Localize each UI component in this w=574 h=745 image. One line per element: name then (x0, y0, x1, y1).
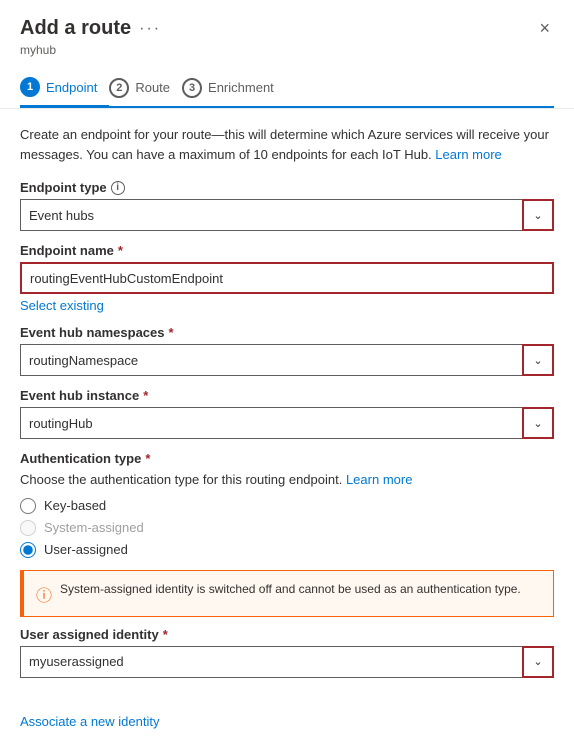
title-left: Add a route ··· (20, 17, 161, 40)
radio-key-based[interactable]: Key-based (20, 498, 554, 514)
radio-user-assigned[interactable]: User-assigned (20, 542, 554, 558)
radio-system-assigned-label: System-assigned (44, 520, 144, 535)
user-identity-required: * (163, 627, 168, 642)
event-hub-instance-required: * (143, 388, 148, 403)
endpoint-name-input[interactable] (20, 262, 554, 294)
panel-header: Add a route ··· × myhub 1 Endpoint 2 Rou… (0, 0, 574, 109)
step-2-circle: 2 (109, 78, 129, 98)
event-hub-instance-select[interactable]: routingHub (20, 407, 554, 439)
authentication-type-group: Authentication type * Choose the authent… (20, 451, 554, 558)
user-assigned-identity-wrapper: myuserassigned ⌄ (20, 646, 554, 678)
panel-subtitle: myhub (20, 43, 554, 57)
radio-user-assigned-label: User-assigned (44, 542, 128, 557)
user-assigned-identity-group: User assigned identity * myuserassigned … (20, 627, 554, 678)
panel-title: Add a route (20, 17, 131, 40)
more-options-icon[interactable]: ··· (139, 20, 161, 38)
event-hub-namespaces-group: Event hub namespaces * routingNamespace … (20, 325, 554, 376)
panel-body: Create an endpoint for your route—this w… (0, 109, 574, 706)
radio-user-assigned-input[interactable] (20, 542, 36, 558)
select-existing-link[interactable]: Select existing (20, 298, 104, 313)
auth-type-radio-group: Key-based System-assigned User-assigned (20, 498, 554, 558)
event-hub-namespaces-wrapper: routingNamespace ⌄ (20, 344, 554, 376)
learn-more-link-2[interactable]: Learn more (346, 472, 412, 487)
step-3-label: Enrichment (208, 80, 274, 95)
step-enrichment[interactable]: 3 Enrichment (182, 70, 286, 106)
title-row: Add a route ··· × (20, 16, 554, 41)
step-1-label: Endpoint (46, 80, 97, 95)
auth-type-description: Choose the authentication type for this … (20, 470, 554, 490)
event-hub-namespaces-required: * (169, 325, 174, 340)
associate-new-identity-link[interactable]: Associate a new identity (20, 714, 159, 729)
endpoint-type-wrapper: Event hubsService Bus queueService Bus t… (20, 199, 554, 231)
radio-system-assigned: System-assigned (20, 520, 554, 536)
endpoint-type-select[interactable]: Event hubsService Bus queueService Bus t… (20, 199, 554, 231)
endpoint-name-label: Endpoint name * (20, 243, 554, 258)
learn-more-link-1[interactable]: Learn more (435, 147, 501, 162)
warning-icon: ⓘ (36, 582, 52, 606)
step-2-label: Route (135, 80, 170, 95)
endpoint-type-label: Endpoint type i (20, 180, 554, 195)
radio-system-assigned-input (20, 520, 36, 536)
step-route[interactable]: 2 Route (109, 70, 182, 106)
event-hub-instance-wrapper: routingHub ⌄ (20, 407, 554, 439)
warning-box: ⓘ System-assigned identity is switched o… (20, 570, 554, 617)
endpoint-name-required: * (118, 243, 123, 258)
endpoint-name-group: Endpoint name * Select existing (20, 243, 554, 313)
user-assigned-identity-select[interactable]: myuserassigned (20, 646, 554, 678)
step-endpoint[interactable]: 1 Endpoint (20, 69, 109, 108)
event-hub-namespaces-select[interactable]: routingNamespace (20, 344, 554, 376)
step-3-circle: 3 (182, 78, 202, 98)
endpoint-type-group: Endpoint type i Event hubsService Bus qu… (20, 180, 554, 231)
event-hub-instance-label: Event hub instance * (20, 388, 554, 403)
warning-text: System-assigned identity is switched off… (60, 581, 521, 598)
radio-key-based-input[interactable] (20, 498, 36, 514)
authentication-type-label: Authentication type * (20, 451, 554, 466)
event-hub-namespaces-label: Event hub namespaces * (20, 325, 554, 340)
event-hub-instance-group: Event hub instance * routingHub ⌄ (20, 388, 554, 439)
add-route-panel: Add a route ··· × myhub 1 Endpoint 2 Rou… (0, 0, 574, 745)
auth-type-required: * (145, 451, 150, 466)
description-text: Create an endpoint for your route—this w… (20, 125, 554, 164)
step-1-circle: 1 (20, 77, 40, 97)
close-button[interactable]: × (535, 16, 554, 41)
panel-footer: Associate a new identity (0, 706, 574, 745)
endpoint-type-info-icon[interactable]: i (111, 181, 125, 195)
radio-key-based-label: Key-based (44, 498, 106, 513)
user-assigned-identity-label: User assigned identity * (20, 627, 554, 642)
wizard-steps: 1 Endpoint 2 Route 3 Enrichment (20, 69, 554, 108)
